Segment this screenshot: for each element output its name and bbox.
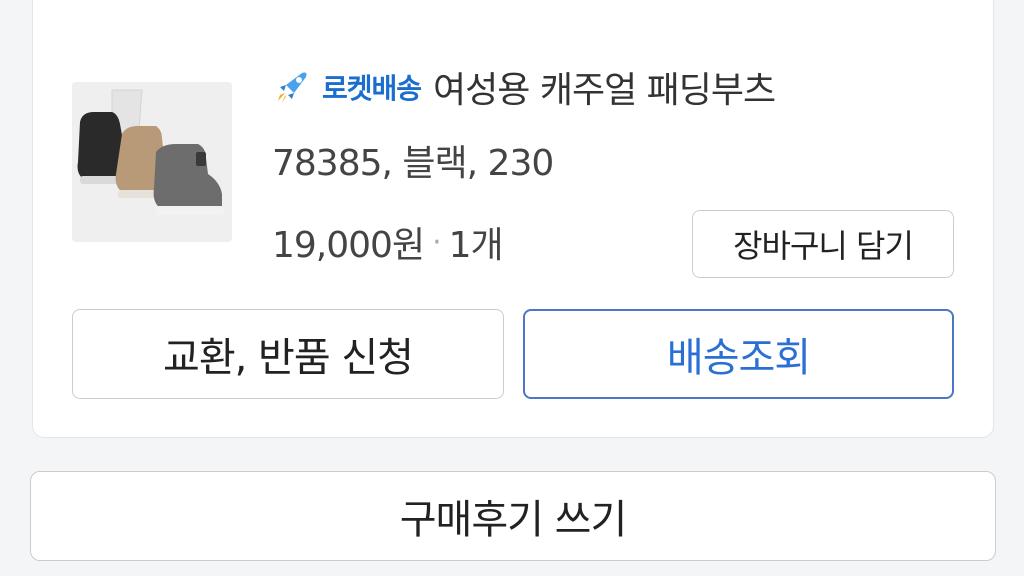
product-name: 여성용 캐주얼 패딩부츠 — [433, 70, 776, 111]
rocket-icon — [278, 72, 307, 103]
product-title-row[interactable]: 로켓배송 여성용 캐주얼 패딩부츠 — [272, 62, 776, 112]
exchange-return-button[interactable]: 교환, 반품 신청 — [72, 309, 504, 399]
product-price: 19,000원 — [272, 225, 425, 266]
product-quantity: 1개 — [448, 225, 504, 266]
add-to-cart-button[interactable]: 장바구니 담기 — [692, 210, 954, 278]
product-thumbnail[interactable] — [72, 82, 232, 242]
write-review-button[interactable]: 구매후기 쓰기 — [30, 471, 996, 561]
boots-product-image — [72, 82, 232, 242]
price-quantity-row: 19,000원 · 1개 — [272, 216, 504, 268]
rocket-delivery-label: 로켓배송 — [322, 72, 422, 105]
product-option: 78385, 블랙, 230 — [272, 143, 554, 184]
track-delivery-button[interactable]: 배송조회 — [523, 309, 954, 399]
separator-dot: · — [432, 224, 441, 260]
rocket-delivery-badge — [272, 67, 312, 107]
